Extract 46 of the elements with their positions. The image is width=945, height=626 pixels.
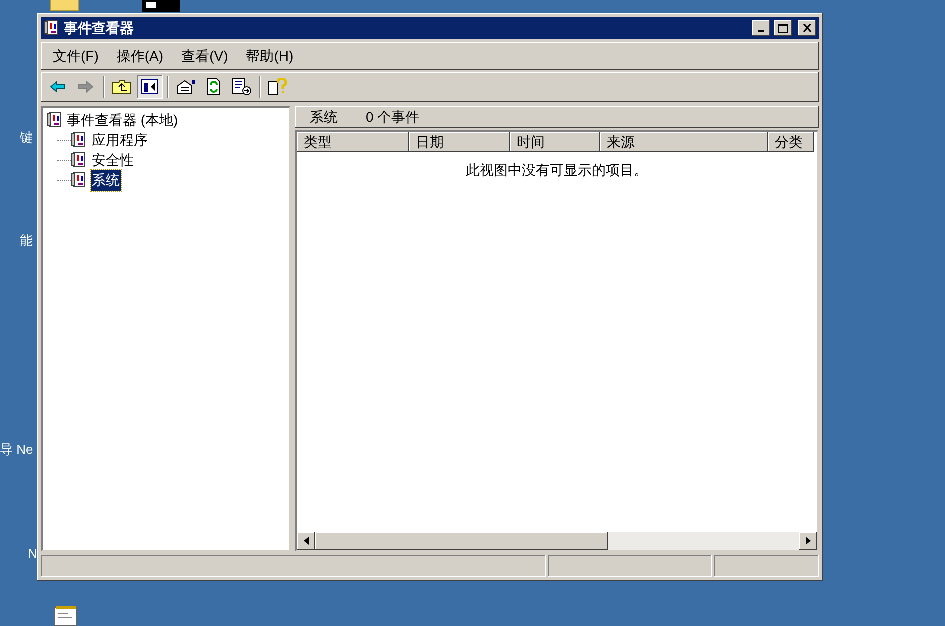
tree-item[interactable]: 安全性 (91, 150, 135, 170)
desktop-icon-label: 能 (20, 233, 33, 249)
maximize-button[interactable] (774, 20, 792, 36)
scroll-left-icon (304, 537, 308, 545)
close-icon (802, 24, 812, 32)
menu-item[interactable]: 帮助(H) (237, 46, 303, 66)
maximize-icon (778, 24, 788, 32)
scrollbar-thumb[interactable] (315, 532, 608, 550)
log-icon (71, 152, 87, 168)
window-title: 事件查看器 (64, 18, 134, 38)
tree-item[interactable]: 事件查看器 (本地) (67, 110, 178, 130)
desktop-icon-label: 导 Ne (0, 442, 34, 458)
node-title: 系统 (310, 108, 338, 126)
column-header[interactable]: 日期 (409, 132, 510, 152)
horizontal-scrollbar[interactable] (297, 532, 817, 550)
folder-up-icon (112, 79, 132, 95)
desktop-icon-label: N (28, 546, 38, 562)
menu-item[interactable]: 操作(A) (108, 46, 173, 66)
column-header[interactable]: 类型 (297, 132, 409, 152)
minimize-button[interactable] (752, 20, 770, 36)
menu-item[interactable]: 查看(V) (172, 46, 238, 66)
help-icon (268, 78, 288, 96)
scroll-right-icon (806, 537, 810, 545)
menu-item[interactable]: 文件(F) (44, 46, 108, 66)
event-viewer-icon (47, 112, 63, 128)
back-arrow-icon (49, 79, 67, 95)
tree-item[interactable]: 应用程序 (91, 130, 149, 150)
toolbar-button[interactable] (137, 75, 163, 99)
column-header[interactable]: 分类 (768, 132, 814, 152)
forward-arrow-icon (77, 79, 95, 95)
event-count: 0 个事件 (366, 108, 420, 126)
notepad-icon[interactable] (54, 606, 78, 626)
app-icon (44, 20, 60, 36)
log-icon (71, 132, 87, 148)
column-header[interactable]: 来源 (600, 132, 768, 152)
empty-message: 此视图中没有可显示的项目。 (466, 161, 648, 178)
tree-pane-icon (141, 79, 159, 95)
log-icon (71, 172, 87, 188)
export-list-icon (232, 78, 252, 96)
refresh-icon (206, 78, 222, 96)
properties-icon (176, 79, 196, 95)
tree-item[interactable]: 系统 (91, 170, 121, 190)
column-header[interactable]: 时间 (510, 132, 600, 152)
desktop-icon-label: 键 (20, 130, 33, 146)
terminal-icon[interactable] (142, 0, 180, 12)
close-button[interactable] (798, 20, 816, 36)
